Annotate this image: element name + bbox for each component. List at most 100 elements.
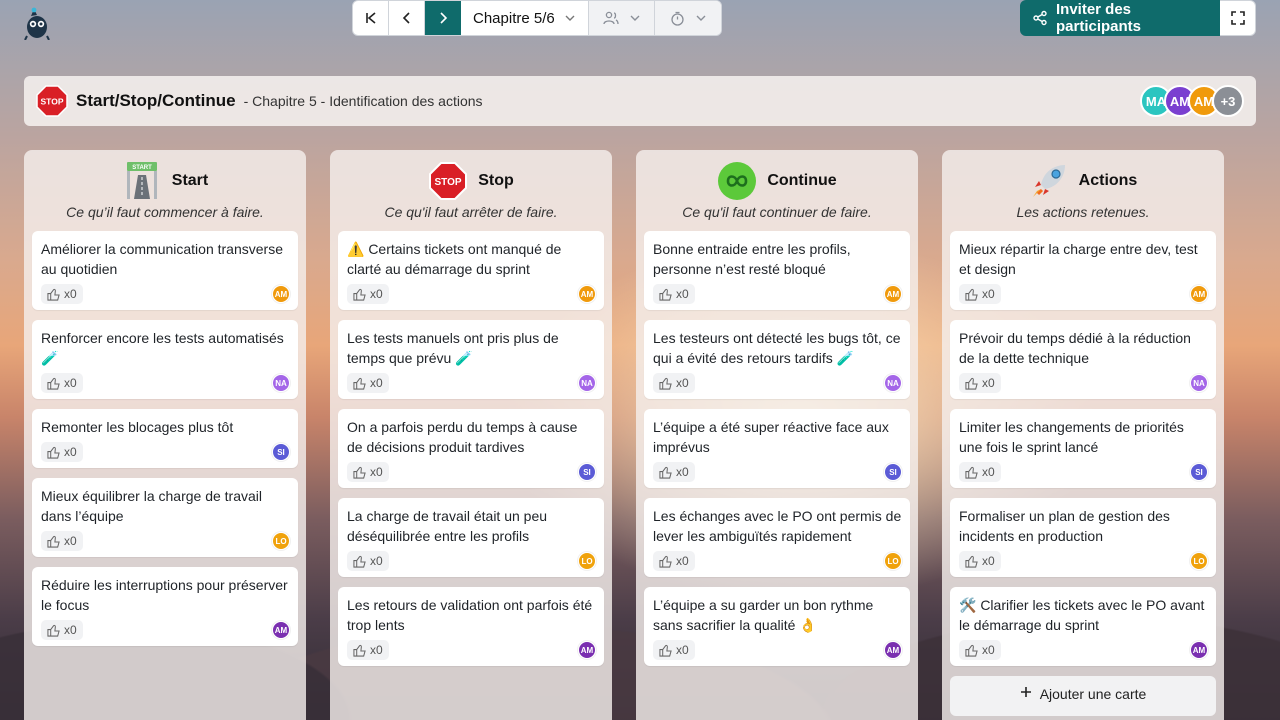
retro-card[interactable]: Les échanges avec le PO ont permis de le… <box>644 498 910 577</box>
thumbs-up-icon <box>659 555 672 568</box>
thumbs-up-icon <box>659 466 672 479</box>
thumbs-up-icon <box>353 466 366 479</box>
retro-card[interactable]: 🛠️ Clarifier les tickets avec le PO avan… <box>950 587 1216 666</box>
thumbs-up-icon <box>659 377 672 390</box>
like-button[interactable]: x0 <box>959 640 1001 660</box>
card-text: Les échanges avec le PO ont permis de le… <box>653 508 902 544</box>
more-participants-badge[interactable]: +3 <box>1212 85 1244 117</box>
retro-card[interactable]: Renforcer encore les tests automatisés 🧪… <box>32 320 298 399</box>
card-author-avatar: AM <box>272 621 290 639</box>
retro-card[interactable]: L’équipe a été super réactive face aux i… <box>644 409 910 488</box>
retro-card[interactable]: Mieux répartir la charge entre dev, test… <box>950 231 1216 310</box>
column-stop: STOP Stop Ce qu'il faut arrêter de faire. ⚠… <box>330 150 612 720</box>
column-header: Actions <box>942 150 1224 212</box>
chevron-right-icon <box>440 12 448 24</box>
like-button[interactable]: x0 <box>959 284 1001 304</box>
retro-card[interactable]: Réduire les interruptions pour préserver… <box>32 567 298 646</box>
thumbs-up-icon <box>353 644 366 657</box>
retro-card[interactable]: Les retours de validation ont parfois ét… <box>338 587 604 666</box>
svg-text:START: START <box>132 165 152 171</box>
card-text: Les tests manuels ont pris plus de temps… <box>347 330 559 366</box>
retro-card[interactable]: Prévoir du temps dédié à la réduction de… <box>950 320 1216 399</box>
thumbs-up-icon <box>659 644 672 657</box>
chapter-label: Chapitre 5/6 <box>473 9 555 27</box>
like-button[interactable]: x0 <box>41 284 83 304</box>
thumbs-up-icon <box>353 288 366 301</box>
timer-dropdown[interactable] <box>655 1 721 35</box>
retro-card[interactable]: La charge de travail était un peu déséqu… <box>338 498 604 577</box>
retro-card[interactable]: Les tests manuels ont pris plus de temps… <box>338 320 604 399</box>
retro-card[interactable]: ⚠️ Certains tickets ont manqué de clarté… <box>338 231 604 310</box>
card-text: On a parfois perdu du temps à cause de d… <box>347 419 578 455</box>
first-chapter-button[interactable] <box>353 1 389 35</box>
thumbs-up-icon <box>47 535 60 548</box>
like-button[interactable]: x0 <box>41 373 83 393</box>
like-button[interactable]: x0 <box>347 551 389 571</box>
like-button[interactable]: x0 <box>347 640 389 660</box>
invite-participants-button[interactable]: Inviter des participants <box>1020 0 1220 36</box>
card-author-avatar: LO <box>578 552 596 570</box>
like-count: x0 <box>982 465 995 479</box>
like-button[interactable]: x0 <box>653 551 695 571</box>
app-logo-icon[interactable] <box>22 6 52 40</box>
like-button[interactable]: x0 <box>41 442 83 462</box>
card-text: Réduire les interruptions pour préserver… <box>41 577 288 613</box>
users-icon <box>602 11 619 25</box>
retro-card[interactable]: Formaliser un plan de gestion des incide… <box>950 498 1216 577</box>
stop-sign-icon: STOP <box>429 162 468 200</box>
like-count: x0 <box>370 554 383 568</box>
retro-card[interactable]: Limiter les changements de priorités une… <box>950 409 1216 488</box>
column-header: STOP Stop <box>330 150 612 212</box>
column-continue: Continue Ce qu'il faut continuer de faire… <box>636 150 918 720</box>
chevron-left-icon <box>402 12 410 24</box>
like-button[interactable]: x0 <box>653 373 695 393</box>
svg-text:STOP: STOP <box>435 177 462 188</box>
chevron-down-icon <box>696 15 705 21</box>
add-card-button[interactable]: Ajouter une carte <box>950 676 1216 716</box>
retro-card[interactable]: Améliorer la communication transverse au… <box>32 231 298 310</box>
like-button[interactable]: x0 <box>653 284 695 304</box>
participants-dropdown[interactable] <box>589 1 655 35</box>
like-button[interactable]: x0 <box>41 531 83 551</box>
like-count: x0 <box>64 287 77 301</box>
like-button[interactable]: x0 <box>653 640 695 660</box>
like-button[interactable]: x0 <box>959 462 1001 482</box>
like-button[interactable]: x0 <box>347 373 389 393</box>
next-chapter-button[interactable] <box>425 1 461 35</box>
card-author-avatar: AM <box>1190 285 1208 303</box>
card-author-avatar: SI <box>578 463 596 481</box>
thumbs-up-icon <box>965 377 978 390</box>
like-button[interactable]: x0 <box>347 284 389 304</box>
retro-card[interactable]: Bonne entraide entre les profils, person… <box>644 231 910 310</box>
fullscreen-button[interactable] <box>1220 0 1256 36</box>
column-title: Continue <box>767 172 837 189</box>
card-text: Bonne entraide entre les profils, person… <box>653 241 851 277</box>
like-button[interactable]: x0 <box>959 373 1001 393</box>
like-count: x0 <box>64 376 77 390</box>
card-text: ⚠️ Certains tickets ont manqué de clarté… <box>347 241 562 277</box>
retro-card[interactable]: Les testeurs ont détecté les bugs tôt, c… <box>644 320 910 399</box>
card-text: Renforcer encore les tests automatisés 🧪 <box>41 330 284 366</box>
like-count: x0 <box>64 534 77 548</box>
column-title: Stop <box>478 172 514 189</box>
expand-icon <box>1230 11 1245 25</box>
participants-avatars[interactable]: MA AM AM +3 <box>1140 85 1244 117</box>
card-author-avatar: AM <box>272 285 290 303</box>
svg-text:STOP: STOP <box>41 97 64 107</box>
like-button[interactable]: x0 <box>653 462 695 482</box>
like-count: x0 <box>676 554 689 568</box>
retro-card[interactable]: Remonter les blocages plus tôt x0 SI <box>32 409 298 468</box>
column-title: Start <box>171 172 209 189</box>
card-text: Prévoir du temps dédié à la réduction de… <box>959 330 1191 366</box>
retro-header: STOP Start/Stop/Continue - Chapitre 5 - … <box>24 76 1256 126</box>
retro-card[interactable]: Mieux équilibrer la charge de travail da… <box>32 478 298 557</box>
retro-card[interactable]: L’équipe a su garder un bon rythme sans … <box>644 587 910 666</box>
chapter-select[interactable]: Chapitre 5/6 <box>461 1 589 35</box>
like-count: x0 <box>64 445 77 459</box>
like-button[interactable]: x0 <box>347 462 389 482</box>
like-button[interactable]: x0 <box>959 551 1001 571</box>
stop-sign-icon: STOP <box>36 85 68 117</box>
retro-card[interactable]: On a parfois perdu du temps à cause de d… <box>338 409 604 488</box>
like-button[interactable]: x0 <box>41 620 83 640</box>
previous-chapter-button[interactable] <box>389 1 425 35</box>
